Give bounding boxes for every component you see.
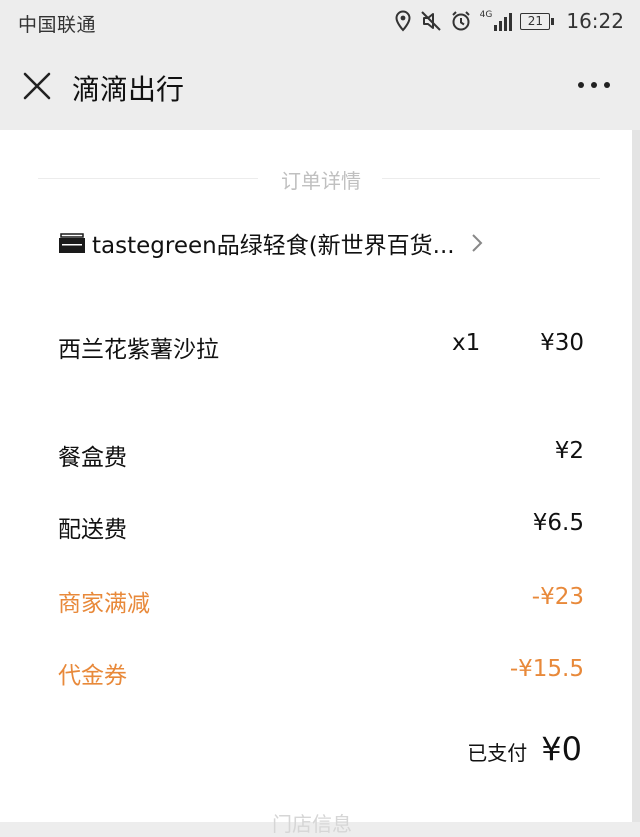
scrollbar[interactable] (632, 130, 640, 822)
order-item: 西兰花紫薯沙拉 x1 ¥30 (58, 330, 584, 366)
status-icons: 4G 21 16:22 (394, 9, 624, 33)
mute-icon (420, 11, 441, 31)
fee-row-delivery: 配送费 ¥6.5 (58, 510, 584, 546)
item-name: 西兰花紫薯沙拉 (58, 337, 219, 363)
close-icon (23, 72, 51, 100)
discount-label: 代金券 (58, 663, 127, 689)
more-icon-dot (578, 82, 584, 88)
clock: 16:22 (566, 9, 624, 33)
paid-label: 已支付 (467, 741, 528, 765)
discount-row-voucher: 代金券 -¥15.5 (58, 656, 584, 692)
more-icon-dot (591, 82, 597, 88)
section-header: 订单详情 (0, 165, 640, 193)
next-section-title: 门店信息 (272, 812, 352, 836)
shop-link[interactable]: tastegreen品绿轻食(新世界百货... (58, 226, 483, 260)
discount-value: -¥23 (531, 584, 584, 610)
close-button[interactable] (20, 69, 54, 103)
shop-logo-icon (58, 232, 86, 254)
fee-label: 餐盒费 (58, 445, 127, 471)
status-bar: 中国联通 4G 21 16:22 (0, 0, 640, 44)
shop-name: tastegreen品绿轻食(新世界百货... (92, 233, 455, 259)
fee-value: ¥6.5 (532, 510, 584, 536)
section-title: 订单详情 (281, 169, 361, 193)
network-type: 4G (479, 10, 493, 20)
more-icon-dot (604, 82, 610, 88)
divider (382, 178, 600, 179)
fee-row-packaging: 餐盒费 ¥2 (58, 438, 584, 474)
item-quantity: x1 (452, 330, 481, 356)
chevron-right-icon (471, 234, 483, 252)
discount-value: -¥15.5 (509, 656, 584, 682)
discount-label: 商家满减 (58, 591, 150, 617)
page-title: 滴滴出行 (72, 73, 185, 106)
more-button[interactable] (578, 82, 610, 88)
paid-amount: ¥0 (541, 730, 582, 768)
location-icon (395, 10, 411, 32)
fee-value: ¥2 (554, 438, 584, 464)
alarm-icon (451, 11, 470, 31)
paid-total: 已支付 ¥0 (467, 730, 582, 768)
carrier-name: 中国联通 (18, 14, 97, 36)
signal-icon: 4G (480, 11, 513, 31)
nav-bar: 滴滴出行 (0, 44, 640, 130)
divider (38, 178, 258, 179)
item-price: ¥30 (540, 330, 584, 356)
fee-label: 配送费 (58, 517, 127, 543)
battery-level: 21 (520, 12, 551, 30)
discount-row-merchant: 商家满减 -¥23 (58, 584, 584, 620)
battery-icon: 21 (520, 12, 555, 30)
